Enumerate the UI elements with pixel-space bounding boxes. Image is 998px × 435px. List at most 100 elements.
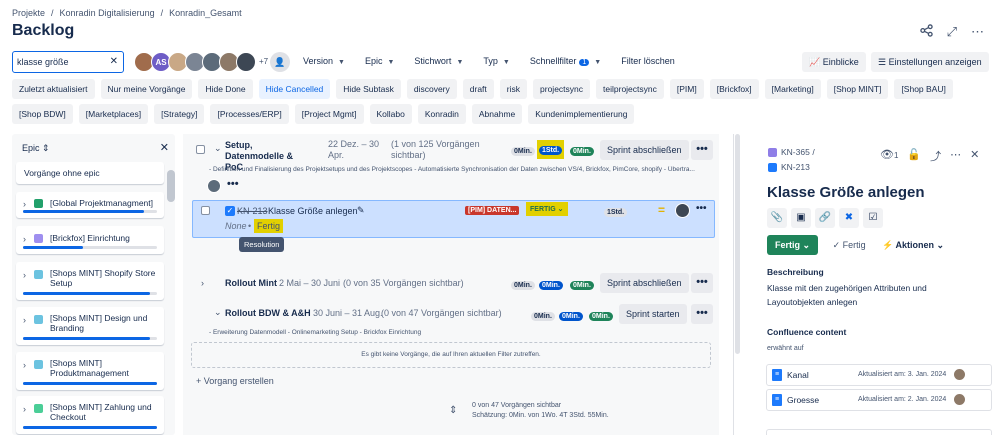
issue-more-icon[interactable]: ••• <box>696 203 707 214</box>
chevron-right-icon[interactable]: › <box>23 360 26 370</box>
search-input[interactable]: klasse größe ✕ <box>12 51 124 73</box>
description-text[interactable]: Klasse mit den zugehörigen Attributen un… <box>767 281 957 309</box>
chip-selected[interactable]: Hide Cancelled <box>258 79 331 99</box>
watch-icon[interactable]: 👁1 <box>880 148 898 164</box>
insights-button[interactable]: 📈 Einblicke <box>802 52 866 72</box>
epic-card[interactable]: › [Brickfox] Einrichtung <box>16 226 164 254</box>
view-settings-button[interactable]: ☰ Einstellungen anzeigen <box>871 52 989 72</box>
chip[interactable]: [Project Mgmt] <box>294 104 364 124</box>
sprint-more-icon[interactable]: ••• <box>691 273 713 293</box>
complete-sprint-button[interactable]: Sprint abschließen <box>600 273 689 293</box>
type-filter[interactable]: Typ ▼ <box>483 56 509 66</box>
issue-row[interactable]: ✓ KN-213 Klasse Größe anlegen ✎ [PIM] DA… <box>192 200 715 238</box>
sprint-checkbox[interactable] <box>196 145 205 154</box>
chip[interactable]: [Strategy] <box>154 104 205 124</box>
expand-icon[interactable]: ⤢ <box>947 24 957 40</box>
issue-key[interactable]: KN-213 <box>237 206 268 216</box>
chevron-right-icon[interactable]: › <box>23 270 26 280</box>
chip[interactable]: risk <box>499 79 528 99</box>
more-icon[interactable]: ••• <box>227 178 239 190</box>
chip[interactable]: discovery <box>406 79 457 99</box>
lock-icon[interactable]: 🔓 <box>907 148 921 164</box>
avatar[interactable] <box>236 52 256 72</box>
chevron-right-icon[interactable]: › <box>201 278 204 288</box>
confluence-page-card[interactable]: ≡ Kanal Aktualisiert am: 3. Jan. 2024 <box>766 364 992 386</box>
chip[interactable]: [Brickfox] <box>709 79 759 99</box>
chevron-right-icon[interactable]: › <box>23 234 26 244</box>
chip[interactable]: teilprojectsync <box>596 79 664 99</box>
quick-filter[interactable]: Schnellfilter 1 ▼ <box>530 56 601 66</box>
breadcrumb-item[interactable]: Konradin_Gesamt <box>169 8 242 18</box>
chip[interactable]: [Marketplaces] <box>78 104 149 124</box>
chip[interactable]: [Shop BAU] <box>894 79 953 99</box>
clear-search-icon[interactable]: ✕ <box>110 56 118 67</box>
epic-panel-header[interactable]: Epic ⇕ <box>22 143 50 154</box>
assignee-avatar[interactable] <box>675 203 690 218</box>
issue-checkbox[interactable] <box>201 206 210 215</box>
create-issue-button[interactable]: + Vorgang erstellen <box>196 376 274 386</box>
chip[interactable]: Zuletzt aktualisiert <box>12 79 95 99</box>
epic-lozenge[interactable]: [PIM] DATEN... <box>465 206 520 215</box>
complete-sprint-button[interactable]: Sprint abschließen <box>600 140 689 160</box>
chip[interactable]: Kollabo <box>369 104 412 124</box>
epic-card[interactable]: › [Global Projektmanagment] <box>16 192 164 218</box>
more-icon[interactable]: ⋯ <box>950 148 961 164</box>
chip[interactable]: Hide Done <box>198 79 253 99</box>
status-button[interactable]: Fertig ⌄ <box>767 235 819 255</box>
epic-scrollbar[interactable] <box>167 170 175 202</box>
sprint-name[interactable]: Rollout Mint <box>225 278 277 288</box>
actions-dropdown[interactable]: ⚡ Aktionen ⌄ <box>882 240 944 250</box>
share-icon[interactable]: ⤴ <box>930 148 941 164</box>
confluence-page-card[interactable]: ≡ Groesse Aktualisiert am: 2. Jan. 2024 <box>766 389 992 411</box>
chip[interactable]: draft <box>462 79 494 99</box>
no-epic-card[interactable]: Vorgänge ohne epic <box>16 162 164 184</box>
version-filter[interactable]: Version ▼ <box>303 56 345 66</box>
close-icon[interactable]: ✕ <box>970 148 979 164</box>
epic-filter[interactable]: Epic ▼ <box>365 56 394 66</box>
sprint-name[interactable]: Rollout BDW & A&H <box>225 308 311 318</box>
chevron-right-icon[interactable]: › <box>23 315 26 325</box>
more-avatars[interactable]: +7 <box>259 52 268 72</box>
epic-card[interactable]: › [Shops MINT] Zahlung und Checkout <box>16 396 164 434</box>
start-sprint-button[interactable]: Sprint starten <box>619 304 687 324</box>
more-icon[interactable]: ⋯ <box>971 24 984 40</box>
resolution-value[interactable]: Fertig <box>254 219 284 233</box>
chip[interactable]: Konradin <box>417 104 466 124</box>
chip[interactable]: [Marketing] <box>764 79 821 99</box>
chip[interactable]: [PIM] <box>669 79 704 99</box>
avatar[interactable] <box>207 179 221 193</box>
epic-card[interactable]: › [Shops MINT] Design und Branding <box>16 307 164 345</box>
parent-issue-link[interactable]: KN-365 / <box>768 147 815 158</box>
chip[interactable]: Kundenimplementierung <box>528 104 635 124</box>
jira-icon[interactable]: ✖ <box>839 208 859 228</box>
chip[interactable]: [Processes/ERP] <box>210 104 289 124</box>
detail-scrollbar[interactable] <box>735 134 740 354</box>
chevron-down-icon[interactable]: ⌄ <box>214 307 222 318</box>
issue-title[interactable]: Klasse Größe anlegen <box>767 184 925 201</box>
epic-card[interactable]: › [Shops MINT] Shopify Store Setup <box>16 262 164 300</box>
status-dropdown[interactable]: FERTIG ⌄ <box>526 202 568 216</box>
subtask-icon[interactable]: ▣ <box>791 208 811 228</box>
attachment-icon[interactable]: 📎 <box>767 208 787 228</box>
clear-filters-link[interactable]: Filter löschen <box>621 56 675 66</box>
chevron-right-icon[interactable]: › <box>23 404 26 414</box>
chevron-right-icon[interactable]: › <box>23 199 26 209</box>
close-icon[interactable]: ✕ <box>160 141 169 154</box>
checklist-icon[interactable]: ☑ <box>863 208 883 228</box>
chip[interactable]: Abnahme <box>471 104 523 124</box>
chip[interactable]: Hide Subtask <box>336 79 401 99</box>
drag-handle-icon[interactable]: ⇕ <box>449 405 457 416</box>
epic-card[interactable]: › [Shops MINT] Produktmanagement <box>16 352 164 390</box>
breadcrumb-item[interactable]: Projekte <box>12 8 45 18</box>
issue-key-link[interactable]: KN-213 <box>768 162 810 173</box>
chip[interactable]: [Shop BDW] <box>12 104 73 124</box>
add-people-icon[interactable]: 👤 <box>270 52 290 72</box>
sprint-more-icon[interactable]: ••• <box>691 140 713 160</box>
sprint-more-icon[interactable]: ••• <box>691 304 713 324</box>
chip[interactable]: projectsync <box>533 79 591 99</box>
edit-icon[interactable]: ✎ <box>357 205 365 216</box>
keyword-filter[interactable]: Stichwort ▼ <box>414 56 463 66</box>
chevron-down-icon[interactable]: ⌄ <box>214 143 222 154</box>
chip[interactable]: Nur meine Vorgänge <box>100 79 193 99</box>
issue-summary[interactable]: Klasse Größe anlegen <box>268 206 358 216</box>
